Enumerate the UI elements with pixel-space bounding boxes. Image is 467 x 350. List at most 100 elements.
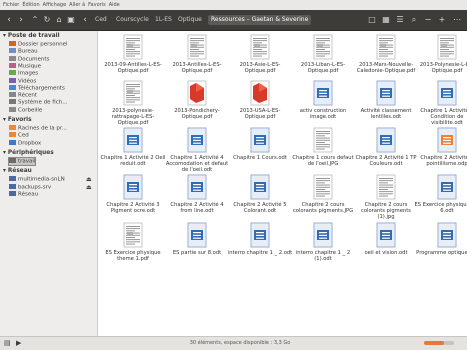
sidebar-item[interactable]: Corbeille: [9, 106, 42, 114]
menu-item[interactable]: Fichier: [3, 2, 19, 8]
sidebar-item[interactable]: Dossier personnel: [9, 41, 68, 48]
file-item[interactable]: activ construction image.odt: [288, 80, 358, 120]
menu-item[interactable]: Aller à: [69, 2, 85, 8]
sidebar-item-label: Racines de la pr...: [18, 125, 67, 132]
file-item[interactable]: ES Exercice physique theme 1.pdf: [98, 222, 168, 262]
back-icon[interactable]: ‹: [4, 14, 14, 26]
sidebar-toggle-icon[interactable]: ▤: [4, 337, 11, 350]
file-item[interactable]: Chapitre 1 cours defaut de l'oeil.JPG: [288, 127, 358, 167]
file-item[interactable]: 2013-Mars-Nouvelle-Caledonie-Optique.pdf: [351, 34, 421, 74]
file-item[interactable]: 2013-USA-L-ES-Optique.pdf: [225, 80, 295, 120]
file-item[interactable]: Chapitre 2 cours colorants pigments.JPG: [288, 174, 358, 214]
music-folder-icon: [9, 62, 16, 68]
zoom-in-icon[interactable]: +: [437, 14, 447, 26]
sidebar-item[interactable]: Images: [9, 70, 38, 77]
sidebar-item-label: Dossier personnel: [18, 41, 68, 48]
sidebar-item[interactable]: Récent: [9, 92, 37, 99]
file-thumbnail-icon: [376, 34, 396, 60]
breadcrumb-item[interactable]: Ced: [92, 15, 110, 25]
file-item[interactable]: interro chapitre 1 _ 2 (1).odt: [288, 222, 358, 262]
zoom-slider-fill: [424, 341, 444, 345]
document-icon: [437, 80, 457, 106]
search-icon[interactable]: ⌕: [409, 14, 419, 26]
menu-item[interactable]: Favoris: [88, 2, 106, 8]
breadcrumb-item[interactable]: 1L-ES: [152, 15, 175, 25]
file-item[interactable]: Chapitre 1 Activité 1 Condition de visib…: [412, 80, 467, 127]
file-item[interactable]: Chapitre 1 Activité 2 Oeil reduit.odt: [98, 127, 168, 167]
file-item[interactable]: oeil et vision.odt: [351, 222, 421, 256]
new-folder-icon[interactable]: □: [367, 14, 377, 26]
icon-view-icon[interactable]: ▦: [381, 14, 391, 26]
eject-icon[interactable]: ⏏: [86, 176, 92, 183]
file-name: 2013-USA-L-ES-Optique.pdf: [239, 108, 281, 121]
sidebar-item[interactable]: travail: [7, 156, 37, 166]
zoom-out-icon[interactable]: −: [423, 14, 433, 26]
more-icon[interactable]: ⋯: [452, 14, 462, 26]
up-icon[interactable]: ⌃: [30, 14, 40, 26]
sidebar-item-label: Vidéos: [18, 78, 37, 84]
file-item[interactable]: ES Exercice physique sur 6.odt: [412, 174, 467, 214]
file-item[interactable]: ES partie sur 8.odt: [162, 222, 232, 256]
file-item[interactable]: 2013-Polynesie-L-ES-Optique.pdf: [412, 34, 467, 74]
terminal-icon[interactable]: ▶: [16, 337, 21, 350]
file-item[interactable]: Chapitre 1 Activité 4 Accomodation et de…: [162, 127, 232, 174]
sidebar-item-label: Images: [18, 70, 39, 77]
list-view-icon[interactable]: ☰: [395, 14, 405, 26]
file-item[interactable]: 2013-Asie-L-ES-Optique.pdf: [225, 34, 295, 74]
sidebar-item[interactable]: backups-srv: [9, 183, 51, 191]
file-item[interactable]: Chapitre 1 Cours.odt: [225, 127, 295, 161]
file-name: Chapitre 2 Activité 1 pointillisme.odp: [420, 155, 467, 168]
forward-icon[interactable]: ›: [16, 14, 26, 26]
filesystem-icon: [9, 99, 16, 105]
file-item[interactable]: Chapitre 2 Activité 4 from line.odt: [162, 174, 232, 214]
document-icon: [313, 80, 333, 106]
breadcrumb-item[interactable]: Optique: [175, 15, 205, 25]
sidebar-item[interactable]: multimedia-snLN: [9, 176, 65, 183]
document-icon: [187, 222, 207, 248]
sidebar-item[interactable]: Racines de la pr...: [9, 125, 67, 132]
file-item[interactable]: 2013-09-Antilles-L-ES-Optique.pdf: [98, 34, 168, 74]
sidebar-section-title[interactable]: ▾ Périphériques: [3, 150, 54, 156]
file-item[interactable]: interro chapitre 1 _ 2.odt: [225, 222, 295, 256]
file-item[interactable]: 2013-Liban-L-ES-Optique.pdf: [288, 34, 358, 74]
breadcrumb-item[interactable]: Ressources – Gaetan & Severine: [208, 15, 312, 25]
sidebar-item-label: Téléchargements: [18, 85, 65, 92]
file-item[interactable]: 2013-polynesie-rattrapage-L-ES-Optique.p…: [98, 80, 168, 127]
file-thumbnail-icon: [250, 34, 270, 60]
sidebar-item[interactable]: Ced: [9, 132, 29, 139]
file-item[interactable]: Chapitre 2 cours colorants pigments (1).…: [351, 174, 421, 221]
sidebar-item[interactable]: Bureau: [9, 48, 38, 55]
sidebar-section-title[interactable]: ▾ Réseau: [3, 168, 32, 174]
file-item[interactable]: Activité classement lentilles.odt: [351, 80, 421, 120]
sidebar-item[interactable]: Musique: [9, 62, 41, 70]
sidebar-section-title[interactable]: ▾ Poste de travail: [3, 33, 60, 39]
file-name: interro chapitre 1 _ 2.odt: [227, 250, 293, 256]
sidebar-item[interactable]: Documents: [9, 55, 49, 63]
sidebar-item[interactable]: Téléchargements: [9, 84, 65, 92]
menu-item[interactable]: Affichage: [43, 2, 67, 8]
home-icon[interactable]: ⌂: [54, 14, 64, 26]
reload-icon[interactable]: ↻: [42, 14, 52, 26]
zoom-slider[interactable]: [424, 341, 454, 345]
document-icon: [437, 222, 457, 248]
sidebar-item[interactable]: Dropbox: [9, 139, 41, 147]
file-item[interactable]: 2013-Pondichery-Optique.pdf: [162, 80, 232, 120]
eject-icon[interactable]: ⏏: [86, 184, 92, 191]
file-item[interactable]: Programme optique.odt: [412, 222, 467, 256]
file-item[interactable]: Chapitre 2 Activité 3 Pigment ocre.odt: [98, 174, 168, 214]
file-item[interactable]: Chapitre 2 Activité 1 TP Couleurs.odt: [351, 127, 421, 167]
menu-item[interactable]: Aide: [109, 2, 120, 8]
sidebar-section-title[interactable]: ▾ Favoris: [3, 117, 32, 123]
sidebar-item[interactable]: Vidéos: [9, 77, 37, 85]
computer-icon[interactable]: ▣: [66, 14, 76, 26]
breadcrumb-left-arrow-icon[interactable]: ‹: [80, 14, 90, 26]
sidebar-item[interactable]: Réseau: [9, 190, 38, 198]
file-item[interactable]: Chapitre 2 Activité 1 pointillisme.odp: [412, 127, 467, 167]
menu-item[interactable]: Édition: [22, 2, 39, 8]
file-item[interactable]: 2013-Antilles-L-ES-Optique.pdf: [162, 34, 232, 74]
downloads-folder-icon: [9, 84, 16, 90]
sidebar-item[interactable]: Système de fich...: [9, 99, 67, 106]
breadcrumb-item[interactable]: Courscycle: [113, 15, 152, 25]
file-item[interactable]: Chapitre 2 Activité 5 Colorant.odt: [225, 174, 295, 214]
file-name: ES Exercice physique theme 1.pdf: [105, 250, 161, 263]
